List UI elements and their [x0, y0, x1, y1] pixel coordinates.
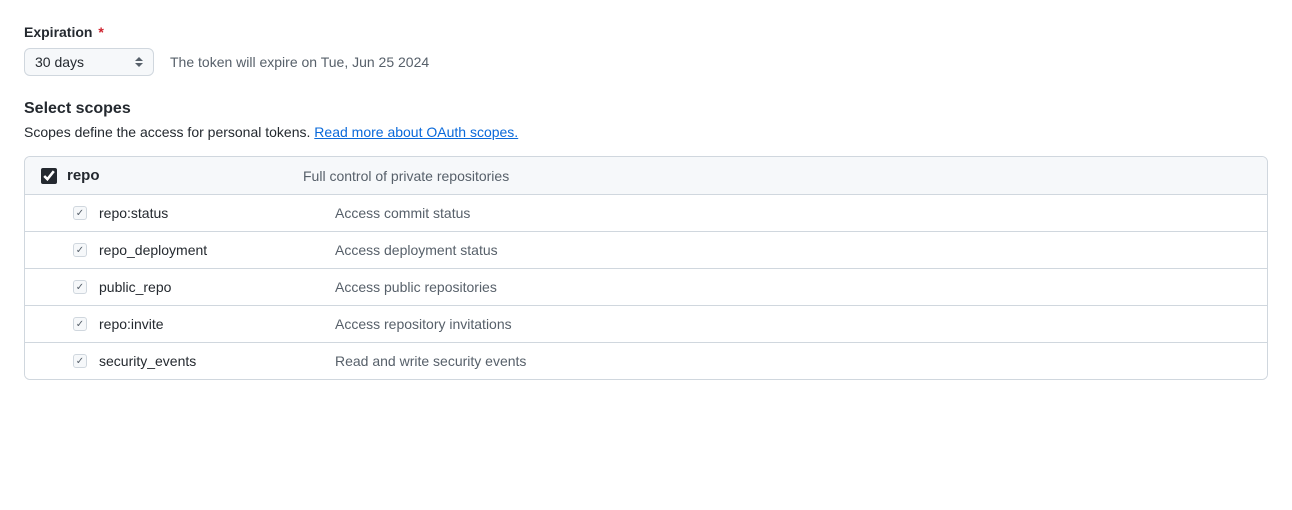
repo-status-name: repo:status: [99, 205, 319, 221]
repo-description: Full control of private repositories: [303, 168, 509, 184]
repo-status-description: Access commit status: [335, 205, 470, 221]
public-repo-name: public_repo: [99, 279, 319, 295]
required-indicator: *: [94, 24, 103, 40]
scope-row-public-repo: public_repo Access public repositories: [25, 269, 1267, 306]
scope-row-repo-status: repo:status Access commit status: [25, 195, 1267, 232]
scopes-description-text: Scopes define the access for personal to…: [24, 124, 310, 140]
scope-row-repo-invite: repo:invite Access repository invitation…: [25, 306, 1267, 343]
repo-deployment-checkbox[interactable]: [73, 243, 87, 257]
scopes-section: Select scopes Scopes define the access f…: [24, 100, 1268, 380]
expiration-row: 30 days The token will expire on Tue, Ju…: [24, 48, 1268, 76]
security-events-checkbox[interactable]: [73, 354, 87, 368]
scopes-heading: Select scopes: [24, 100, 1268, 118]
repo-invite-name: repo:invite: [99, 316, 319, 332]
chevron-up-icon: [135, 57, 143, 61]
scopes-box: repo Full control of private repositorie…: [24, 156, 1268, 380]
scope-row-repo: repo Full control of private repositorie…: [25, 157, 1267, 195]
repo-name: repo: [67, 167, 287, 184]
security-events-name: security_events: [99, 353, 319, 369]
security-events-description: Read and write security events: [335, 353, 526, 369]
expiration-hint: The token will expire on Tue, Jun 25 202…: [170, 54, 429, 70]
scope-row-security-events: security_events Read and write security …: [25, 343, 1267, 379]
expiration-label: Expiration *: [24, 24, 1268, 40]
chevron-down-icon: [135, 63, 143, 67]
scopes-description: Scopes define the access for personal to…: [24, 124, 1268, 140]
repo-invite-checkbox[interactable]: [73, 317, 87, 331]
public-repo-checkbox[interactable]: [73, 280, 87, 294]
expiration-select[interactable]: 30 days: [24, 48, 154, 76]
oauth-scopes-link[interactable]: Read more about OAuth scopes.: [314, 124, 518, 140]
public-repo-description: Access public repositories: [335, 279, 497, 295]
scope-row-repo-deployment: repo_deployment Access deployment status: [25, 232, 1267, 269]
repo-deployment-description: Access deployment status: [335, 242, 498, 258]
expiration-section: Expiration * 30 days The token will expi…: [24, 24, 1268, 76]
repo-status-checkbox[interactable]: [73, 206, 87, 220]
repo-invite-description: Access repository invitations: [335, 316, 512, 332]
repo-deployment-name: repo_deployment: [99, 242, 319, 258]
repo-checkbox[interactable]: [41, 168, 57, 184]
expiration-value: 30 days: [35, 54, 84, 70]
chevron-icon: [135, 57, 143, 67]
